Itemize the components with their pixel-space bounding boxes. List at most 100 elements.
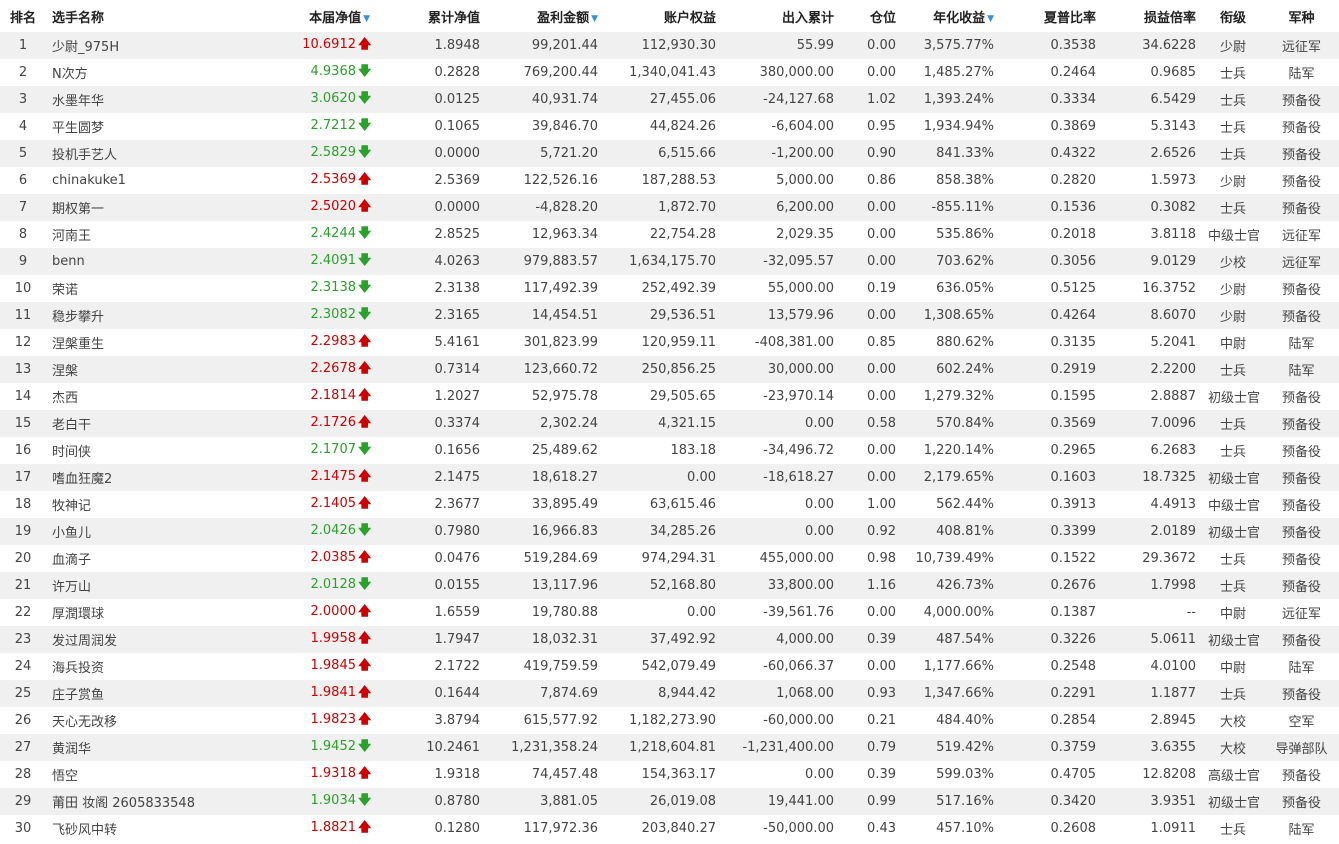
table-row[interactable]: 1 少尉_975H 10.6912 1.8948 99,201.44 112,9… — [0, 32, 1339, 59]
table-row[interactable]: 6 chinakuke1 2.5369 2.5369 122,526.16 18… — [0, 167, 1339, 194]
nav-value: 2.4244 — [310, 225, 357, 241]
cell-profit: 117,972.36 — [523, 821, 598, 836]
cell-profit: 122,526.16 — [523, 173, 598, 188]
arrow-down-icon — [358, 89, 370, 111]
table-row[interactable]: 5 投机手艺人 2.5829 0.0000 5,721.20 6,515.66 … — [0, 140, 1339, 167]
cell-player-name[interactable]: 海兵投资 — [46, 653, 266, 680]
cell-profit: 25,489.62 — [531, 443, 598, 458]
cell-player-name[interactable]: 天心无改移 — [46, 707, 266, 734]
col-header-flow[interactable]: 出入累计 — [722, 0, 840, 32]
cell-player-name[interactable]: 平生圆梦 — [46, 113, 266, 140]
table-row[interactable]: 10 荣诺 2.3138 2.3138 117,492.39 252,492.3… — [0, 275, 1339, 302]
cell-cum-nav: 0.1280 — [434, 821, 481, 836]
cell-player-name[interactable]: 涅槃 — [46, 356, 266, 383]
cell-player-name[interactable]: 庄子赏鱼 — [46, 680, 266, 707]
cell-player-name[interactable]: 河南王 — [46, 221, 266, 248]
table-row[interactable]: 19 小鱼儿 2.0426 0.7980 16,966.83 34,285.26… — [0, 518, 1339, 545]
table-row[interactable]: 7 期权第一 2.5020 0.0000 -4,828.20 1,872.70 … — [0, 194, 1339, 221]
table-row[interactable]: 25 庄子赏鱼 1.9841 0.1644 7,874.69 8,944.42 … — [0, 680, 1339, 707]
cell-rank-title: 中尉 — [1219, 661, 1246, 676]
cell-sharpe: 0.2608 — [1050, 821, 1097, 836]
cell-player-name[interactable]: 少尉_975H — [46, 32, 266, 59]
table-row[interactable]: 24 海兵投资 1.9845 2.1722 419,759.59 542,079… — [0, 653, 1339, 680]
col-header-equity[interactable]: 账户权益 — [604, 0, 722, 32]
cell-rank: 15 — [14, 416, 32, 431]
table-row[interactable]: 2 N次方 4.9368 0.2828 769,200.44 1,340,041… — [0, 59, 1339, 86]
table-row[interactable]: 30 飞砂风中转 1.8821 0.1280 117,972.36 203,84… — [0, 815, 1339, 842]
table-row[interactable]: 3 水墨年华 3.0620 0.0125 40,931.74 27,455.06… — [0, 86, 1339, 113]
cell-player-name[interactable]: 悟空 — [46, 761, 266, 788]
cell-player-name[interactable]: 莆田 妆阁 2605833548 — [46, 788, 266, 815]
table-row[interactable]: 29 莆田 妆阁 2605833548 1.9034 0.8780 3,881.… — [0, 788, 1339, 815]
arrow-up-icon — [358, 683, 370, 705]
table-row[interactable]: 16 时间侠 2.1707 0.1656 25,489.62 183.18 -3… — [0, 437, 1339, 464]
cell-nav: 2.7212 — [266, 113, 376, 140]
col-header-army[interactable]: 军种 — [1264, 0, 1339, 32]
table-row[interactable]: 28 悟空 1.9318 1.9318 74,457.48 154,363.17… — [0, 761, 1339, 788]
sort-desc-icon[interactable]: ▼ — [363, 14, 370, 24]
cell-player-name[interactable]: 水墨年华 — [46, 86, 266, 113]
table-row[interactable]: 27 黄润华 1.9452 10.2461 1,231,358.24 1,218… — [0, 734, 1339, 761]
cell-player-name[interactable]: 老白干 — [46, 410, 266, 437]
cell-pl-ratio: 1.1877 — [1150, 686, 1197, 701]
col-header-cum-nav[interactable]: 累计净值 — [376, 0, 486, 32]
nav-value: 2.0385 — [310, 549, 357, 565]
cell-sharpe: 0.3569 — [1050, 416, 1097, 431]
cell-sharpe: 0.1603 — [1050, 470, 1097, 485]
col-header-pl-ratio[interactable]: 损益倍率 — [1102, 0, 1202, 32]
cell-player-name[interactable]: 牧神记 — [46, 491, 266, 518]
cell-equity: 154,363.17 — [641, 767, 716, 782]
cell-player-name[interactable]: 投机手艺人 — [46, 140, 266, 167]
cell-player-name[interactable]: 发过周润发 — [46, 626, 266, 653]
cell-army: 预备役 — [1281, 553, 1321, 568]
sort-desc-icon[interactable]: ▼ — [591, 14, 598, 24]
cell-player-name[interactable]: 杰西 — [46, 383, 266, 410]
cell-sharpe: 0.3334 — [1050, 92, 1097, 107]
cell-player-name[interactable]: 嗜血狂魔2 — [46, 464, 266, 491]
table-row[interactable]: 15 老白干 2.1726 0.3374 2,302.24 4,321.15 0… — [0, 410, 1339, 437]
col-header-position[interactable]: 仓位 — [840, 0, 902, 32]
table-row[interactable]: 21 许万山 2.0128 0.0155 13,117.96 52,168.80… — [0, 572, 1339, 599]
cell-player-name[interactable]: benn — [46, 248, 266, 275]
cell-player-name[interactable]: 时间侠 — [46, 437, 266, 464]
cell-rank-title: 少尉 — [1219, 40, 1246, 55]
cell-player-name[interactable]: 涅槃重生 — [46, 329, 266, 356]
col-header-rank-title[interactable]: 衔级 — [1202, 0, 1264, 32]
cell-player-name[interactable]: 飞砂风中转 — [46, 815, 266, 842]
nav-value: 1.9958 — [310, 630, 357, 646]
table-row[interactable]: 11 稳步攀升 2.3082 2.3165 14,454.51 29,536.5… — [0, 302, 1339, 329]
table-row[interactable]: 18 牧神记 2.1405 2.3677 33,895.49 63,615.46… — [0, 491, 1339, 518]
cell-player-name[interactable]: 荣诺 — [46, 275, 266, 302]
cell-player-name[interactable]: 稳步攀升 — [46, 302, 266, 329]
cell-equity: 542,079.49 — [641, 659, 716, 674]
col-header-annual[interactable]: 年化收益 ▼ — [902, 0, 1000, 32]
table-row[interactable]: 26 天心无改移 1.9823 3.8794 615,577.92 1,182,… — [0, 707, 1339, 734]
col-header-profit[interactable]: 盈利金额 ▼ — [486, 0, 604, 32]
cell-player-name[interactable]: 厚潤環球 — [46, 599, 266, 626]
table-row[interactable]: 20 血滴子 2.0385 0.0476 519,284.69 974,294.… — [0, 545, 1339, 572]
cell-player-name[interactable]: 期权第一 — [46, 194, 266, 221]
col-header-sharpe[interactable]: 夏普比率 — [1000, 0, 1102, 32]
cell-player-name[interactable]: chinakuke1 — [46, 167, 266, 194]
table-row[interactable]: 14 杰西 2.1814 1.2027 52,975.78 29,505.65 … — [0, 383, 1339, 410]
table-row[interactable]: 12 涅槃重生 2.2983 5.4161 301,823.99 120,959… — [0, 329, 1339, 356]
col-header-nav[interactable]: 本届净值 ▼ — [266, 0, 376, 32]
table-row[interactable]: 9 benn 2.4091 4.0263 979,883.57 1,634,17… — [0, 248, 1339, 275]
col-header-rank[interactable]: 排名 — [0, 0, 46, 32]
table-row[interactable]: 8 河南王 2.4244 2.8525 12,963.34 22,754.28 … — [0, 221, 1339, 248]
cell-player-name[interactable]: 许万山 — [46, 572, 266, 599]
table-row[interactable]: 22 厚潤環球 2.0000 1.6559 19,780.88 0.00 -39… — [0, 599, 1339, 626]
col-header-name[interactable]: 选手名称 — [46, 0, 266, 32]
table-row[interactable]: 23 发过周润发 1.9958 1.7947 18,032.31 37,492.… — [0, 626, 1339, 653]
cell-profit: 39,846.70 — [531, 119, 598, 134]
table-row[interactable]: 17 嗜血狂魔2 2.1475 2.1475 18,618.27 0.00 -1… — [0, 464, 1339, 491]
table-row[interactable]: 4 平生圆梦 2.7212 0.1065 39,846.70 44,824.26… — [0, 113, 1339, 140]
cell-player-name[interactable]: 黄润华 — [46, 734, 266, 761]
cell-player-name[interactable]: 小鱼儿 — [46, 518, 266, 545]
cell-position: 0.39 — [867, 767, 896, 782]
table-row[interactable]: 13 涅槃 2.2678 0.7314 123,660.72 250,856.2… — [0, 356, 1339, 383]
cell-rank-title: 初级士官 — [1208, 472, 1261, 487]
sort-desc-icon[interactable]: ▼ — [987, 14, 994, 24]
cell-player-name[interactable]: N次方 — [46, 59, 266, 86]
cell-player-name[interactable]: 血滴子 — [46, 545, 266, 572]
